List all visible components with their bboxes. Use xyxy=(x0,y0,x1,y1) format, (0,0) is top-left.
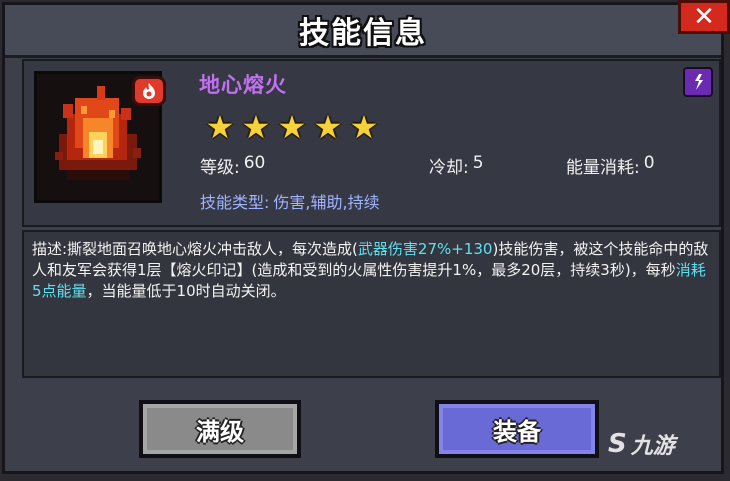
level-label: 等级: xyxy=(200,158,240,178)
description-text-3: ，当能量低于10时自动关闭。 xyxy=(86,282,286,300)
star-icon: ★ xyxy=(241,108,271,146)
energy-cost-stat: 能量消耗: 0 xyxy=(566,153,655,178)
description-text-1: 描述:撕裂地面召唤地心熔火冲击敌人，每次造成( xyxy=(32,240,358,258)
close-icon: ✕ xyxy=(693,2,715,32)
rarity-icon[interactable] xyxy=(683,67,713,97)
dialog-title: 技能信息 xyxy=(299,16,427,51)
star-icon: ★ xyxy=(349,108,379,146)
max-level-button[interactable]: 满级 xyxy=(139,400,301,458)
skill-card: 地心熔火 ★ ★ ★ ★ ★ 等级: 60 冷却: 5 能量消耗: 0 技能类型… xyxy=(22,59,721,227)
skill-type: 技能类型: 伤害,辅助,持续 xyxy=(200,189,380,213)
close-button[interactable]: ✕ xyxy=(678,0,730,34)
energy-cost-value: 0 xyxy=(643,153,655,173)
cooldown-value: 5 xyxy=(472,153,484,173)
star-icon: ★ xyxy=(313,108,343,146)
skill-type-value: 伤害,辅助,持续 xyxy=(273,193,380,212)
cooldown-label: 冷却: xyxy=(429,158,469,178)
cooldown-stat: 冷却: 5 xyxy=(429,153,484,178)
equip-button[interactable]: 装备 xyxy=(435,400,599,458)
star-icon: ★ xyxy=(205,108,235,146)
energy-cost-label: 能量消耗: xyxy=(566,158,640,178)
skill-type-label: 技能类型: xyxy=(200,193,270,212)
skill-info-dialog: 技能信息 地心熔火 ★ ★ ★ ★ ★ 等级: 60 冷却: 5 能量消耗: 0… xyxy=(2,2,724,474)
star-rating: ★ ★ ★ ★ ★ xyxy=(204,111,380,143)
description-highlight-damage: 武器伤害27%+130 xyxy=(357,240,493,258)
star-icon: ★ xyxy=(277,108,307,146)
watermark: S 九游 xyxy=(608,428,675,460)
nine-game-logo-icon: S xyxy=(608,429,627,459)
fire-element-icon xyxy=(132,76,166,106)
watermark-text: 九游 xyxy=(630,434,675,459)
level-value: 60 xyxy=(243,153,266,173)
skill-description: 描述:撕裂地面召唤地心熔火冲击敌人，每次造成(武器伤害27%+130)技能伤害，… xyxy=(22,230,721,378)
level-stat: 等级: 60 xyxy=(200,153,265,178)
title-bar: 技能信息 xyxy=(5,5,721,58)
skill-name: 地心熔火 xyxy=(199,73,287,97)
